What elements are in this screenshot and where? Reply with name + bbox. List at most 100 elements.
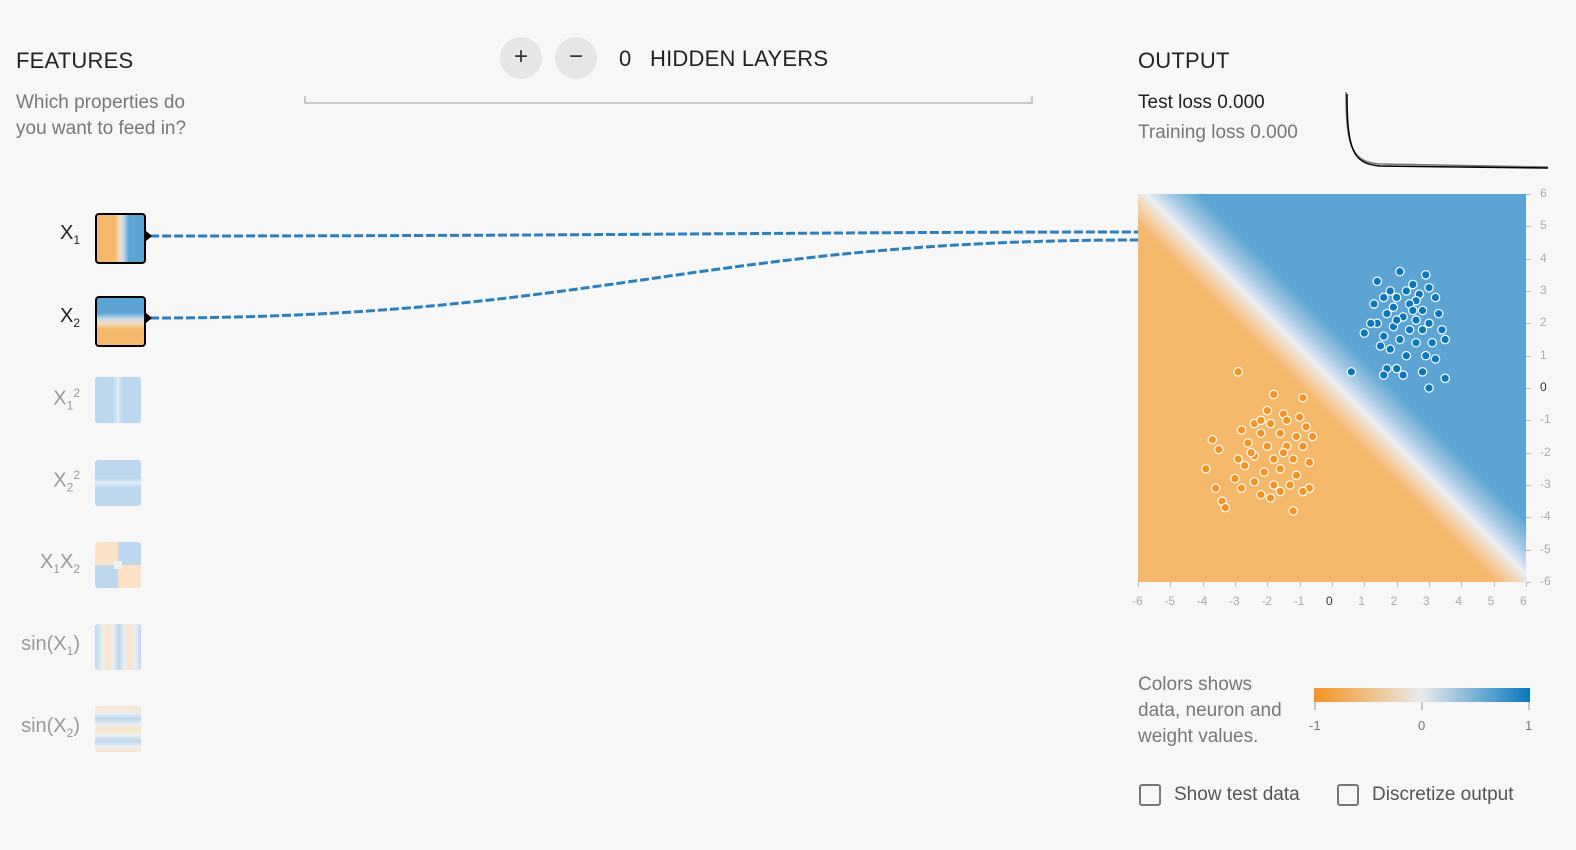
feature-sinx1-base: X (53, 633, 67, 655)
x-tick-label: 3 (1423, 594, 1430, 608)
feature-x1-base: X (59, 222, 74, 244)
data-point-negative (1236, 483, 1247, 494)
feature-label-sin-x1: sin(X1) (20, 633, 80, 658)
feature-label-x1: X1 (20, 222, 80, 247)
data-point-negative (1233, 367, 1244, 377)
data-point-positive (1369, 299, 1379, 309)
x-tick-mark (1299, 582, 1301, 587)
feature-tile-x1[interactable] (95, 213, 146, 264)
x1-output-arrow (146, 231, 152, 241)
data-point-negative (1214, 444, 1224, 455)
data-point-positive (1437, 325, 1447, 335)
data-point-positive (1391, 315, 1402, 325)
data-point-negative (1210, 483, 1221, 494)
data-point-negative (1275, 428, 1286, 439)
data-point-positive (1408, 279, 1418, 290)
data-point-positive (1420, 350, 1431, 361)
feature-tile-x1-squared[interactable] (95, 377, 141, 423)
data-point-positive (1375, 341, 1386, 351)
x-tick-mark (1332, 582, 1333, 587)
data-point-negative (1269, 454, 1279, 464)
feature-sinx1-suffix: ) (73, 633, 80, 655)
data-point-negative (1304, 457, 1315, 468)
x-tick-mark (1138, 582, 1139, 587)
data-point-negative (1256, 428, 1266, 439)
x-tick-mark (1267, 582, 1269, 587)
data-point-positive (1378, 370, 1389, 380)
y-tick-label: -1 (1540, 412, 1551, 427)
data-point-positive (1430, 354, 1441, 364)
y-tick-label: 2 (1540, 315, 1547, 330)
feature-label-x1x2: X1X2 (20, 551, 80, 576)
data-point-positive (1408, 305, 1418, 316)
output-heatmap (1138, 194, 1526, 582)
y-tick-mark (1526, 194, 1531, 195)
x-tick-mark (1364, 582, 1366, 587)
y-tick-label: 6 (1540, 186, 1547, 200)
data-point-positive (1424, 282, 1434, 293)
x-tick-label: 2 (1390, 594, 1398, 608)
legend-mid: 0 (1418, 718, 1426, 733)
data-point-positive (1401, 350, 1412, 361)
feature-x2-base: X (59, 305, 74, 327)
data-point-negative (1236, 425, 1247, 435)
data-point-negative (1298, 486, 1308, 497)
legend-line-2: data, neuron and (1138, 700, 1282, 721)
link-x1-output (149, 230, 1139, 238)
feature-label-x2-squared: X22 (20, 468, 80, 495)
y-tick-mark (1526, 291, 1531, 292)
feature-tile-sin-x1[interactable] (95, 624, 141, 670)
data-point-positive (1395, 266, 1405, 277)
feature-x1x2-base2: X (59, 551, 74, 573)
y-tick-label: 5 (1540, 218, 1547, 233)
y-tick-mark (1526, 355, 1531, 357)
color-legend-text: Colors shows data, neuron and weight val… (1138, 672, 1282, 750)
x-tick-label: -3 (1229, 594, 1240, 608)
feature-tile-x1x2[interactable] (95, 542, 141, 588)
feature-x2sq-sub: 2 (66, 480, 74, 495)
data-point-negative (1243, 438, 1253, 448)
data-point-negative (1269, 480, 1279, 490)
data-point-positive (1417, 367, 1428, 377)
feature-x1x2-base: X (39, 551, 54, 573)
y-tick-label: -4 (1540, 509, 1551, 524)
add-layer-button[interactable]: + (500, 37, 542, 79)
data-point-negative (1275, 464, 1286, 474)
feature-x1sq-sup: 2 (73, 386, 80, 400)
data-point-negative (1288, 506, 1298, 516)
discretize-output-checkbox[interactable] (1337, 784, 1359, 806)
feature-tile-sin-x2[interactable] (95, 706, 141, 752)
data-point-negative (1269, 389, 1279, 400)
y-tick-label: 0 (1540, 380, 1547, 394)
data-point-negative (1307, 431, 1318, 442)
test-loss: Test loss 0.000 (1138, 92, 1265, 114)
y-tick-label: -6 (1540, 574, 1551, 588)
features-title: FEATURES (16, 48, 134, 73)
data-point-positive (1401, 286, 1412, 296)
data-point-positive (1346, 367, 1357, 377)
y-tick-label: -2 (1540, 444, 1551, 459)
data-point-positive (1382, 308, 1392, 319)
y-tick-mark (1526, 452, 1531, 454)
data-point-positive (1366, 318, 1376, 329)
color-scale-bar (1314, 688, 1530, 702)
x-tick-label: 6 (1520, 594, 1527, 608)
discretize-output-label[interactable]: Discretize output (1372, 784, 1514, 806)
feature-x1x2-sub2: 2 (73, 562, 80, 576)
show-test-data-checkbox[interactable] (1139, 784, 1161, 806)
feature-tile-x2[interactable] (95, 296, 146, 347)
data-point-positive (1372, 276, 1383, 287)
show-test-data-label[interactable]: Show test data (1174, 784, 1300, 806)
data-point-negative (1298, 441, 1308, 451)
remove-layer-button[interactable]: − (555, 37, 597, 79)
feature-tile-x2-squared[interactable] (95, 460, 141, 506)
features-subtitle: Which properties do you want to feed in? (16, 90, 186, 142)
data-point-positive (1404, 325, 1415, 335)
data-point-positive (1424, 318, 1434, 329)
data-point-negative (1298, 392, 1308, 403)
loss-curve (1345, 91, 1549, 169)
feature-label-sin-x2: sin(X2) (20, 715, 80, 740)
feature-label-x1-squared: X12 (20, 386, 80, 413)
layers-bracket (304, 96, 1033, 104)
data-point-negative (1207, 434, 1218, 445)
